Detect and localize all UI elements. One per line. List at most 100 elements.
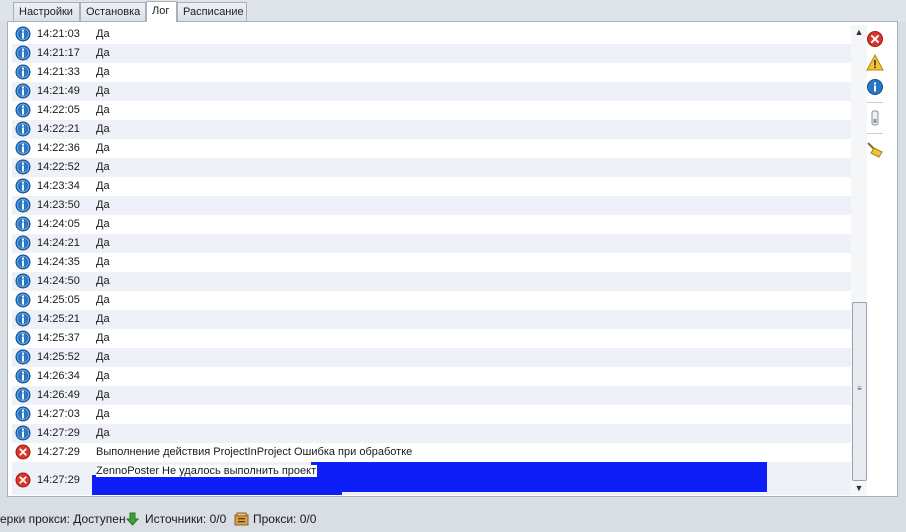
- log-message: Да: [96, 275, 110, 287]
- log-message: Да: [96, 332, 110, 344]
- download-arrow-icon: [124, 511, 141, 528]
- log-message: Да: [96, 351, 110, 363]
- grip-icon: ≡: [857, 384, 862, 393]
- log-panel: 14:21:03 Да 14:21:17 Да 14:21:33 Да 14:21:49 Да…: [7, 21, 898, 497]
- scroll-down-arrow-icon[interactable]: ▼: [851, 481, 867, 495]
- info-icon: [15, 387, 31, 403]
- info-icon: [15, 292, 31, 308]
- selection-highlight: [92, 475, 767, 492]
- log-message: Да: [96, 47, 110, 59]
- toolbar-divider: [867, 133, 883, 134]
- status-bar: ерки прокси: Доступен Источники: 0/0 Про…: [0, 507, 906, 532]
- log-list[interactable]: 14:21:03 Да 14:21:17 Да 14:21:33 Да 14:21:49 Да…: [12, 25, 852, 495]
- info-filter-icon[interactable]: [865, 77, 885, 97]
- log-message: ZennoPoster Не удалось выполнить проект: [96, 465, 318, 477]
- log-row[interactable]: 14:21:17 Да: [12, 44, 852, 63]
- error-icon: [15, 472, 31, 488]
- tab-settings[interactable]: Настройки: [13, 2, 80, 21]
- info-icon: [15, 235, 31, 251]
- log-time: 14:22:05: [37, 104, 80, 116]
- info-icon: [15, 216, 31, 232]
- log-time: 14:26:49: [37, 389, 80, 401]
- proxy-list-icon: [233, 511, 250, 528]
- log-row[interactable]: 14:22:36 Да: [12, 139, 852, 158]
- log-message: Да: [96, 104, 110, 116]
- log-time: 14:23:34: [37, 180, 80, 192]
- log-row[interactable]: 14:27:29 Да: [12, 424, 852, 443]
- log-row[interactable]: 14:27:03 Да: [12, 405, 852, 424]
- log-time: 14:24:35: [37, 256, 80, 268]
- log-row[interactable]: 14:22:21 Да: [12, 120, 852, 139]
- log-time: 14:21:33: [37, 66, 80, 78]
- info-icon: [15, 159, 31, 175]
- log-row[interactable]: 14:26:49 Да: [12, 386, 852, 405]
- log-message: Да: [96, 427, 110, 439]
- log-time: 14:25:37: [37, 332, 80, 344]
- log-time: 14:27:03: [37, 408, 80, 420]
- info-icon: [15, 273, 31, 289]
- proxies-count: Прокси: 0/0: [253, 512, 317, 526]
- log-message: Да: [96, 142, 110, 154]
- log-message: Да: [96, 389, 110, 401]
- info-icon: [15, 121, 31, 137]
- tab-stop[interactable]: Остановка: [80, 2, 146, 21]
- log-message: Да: [96, 180, 110, 192]
- proxy-check-status: ерки прокси: Доступен: [0, 512, 126, 526]
- selection-highlight: [92, 492, 342, 495]
- log-message: Да: [96, 237, 110, 249]
- scroll-lock-icon[interactable]: [865, 108, 885, 128]
- log-time: 14:22:21: [37, 123, 80, 135]
- warning-filter-icon[interactable]: [865, 53, 885, 73]
- log-message: Да: [96, 256, 110, 268]
- log-row[interactable]: 14:21:03 Да: [12, 25, 852, 44]
- log-row[interactable]: 14:21:33 Да: [12, 63, 852, 82]
- log-row[interactable]: 14:24:50 Да: [12, 272, 852, 291]
- log-row[interactable]: 14:22:52 Да: [12, 158, 852, 177]
- log-time: 14:26:34: [37, 370, 80, 382]
- log-message: Да: [96, 85, 110, 97]
- log-message: Да: [96, 161, 110, 173]
- tab-schedule[interactable]: Расписание: [177, 2, 247, 21]
- log-message: Да: [96, 294, 110, 306]
- log-row[interactable]: 14:21:49 Да: [12, 82, 852, 101]
- log-row[interactable]: 14:27:29 ZennoPoster Не удалось выполнить…: [12, 462, 852, 495]
- log-time: 14:27:29: [37, 474, 80, 486]
- log-time: 14:22:52: [37, 161, 80, 173]
- log-row[interactable]: 14:25:21 Да: [12, 310, 852, 329]
- log-time: 14:25:05: [37, 294, 80, 306]
- clear-log-icon[interactable]: [865, 139, 885, 159]
- info-icon: [15, 83, 31, 99]
- log-row[interactable]: 14:23:50 Да: [12, 196, 852, 215]
- error-filter-icon[interactable]: [865, 29, 885, 49]
- log-time: 14:21:03: [37, 28, 80, 40]
- log-row[interactable]: 14:24:35 Да: [12, 253, 852, 272]
- info-icon: [15, 197, 31, 213]
- tab-bar: Настройки Остановка Лог Расписание: [0, 0, 906, 22]
- log-row[interactable]: 14:23:34 Да: [12, 177, 852, 196]
- log-time: 14:21:17: [37, 47, 80, 59]
- log-row[interactable]: 14:25:52 Да: [12, 348, 852, 367]
- toolbar-divider: [867, 102, 883, 103]
- log-row[interactable]: 14:25:05 Да: [12, 291, 852, 310]
- log-row[interactable]: 14:22:05 Да: [12, 101, 852, 120]
- log-row[interactable]: 14:24:21 Да: [12, 234, 852, 253]
- log-message: Да: [96, 28, 110, 40]
- log-time: 14:25:21: [37, 313, 80, 325]
- tab-log[interactable]: Лог: [146, 1, 177, 22]
- info-icon: [15, 64, 31, 80]
- log-time: 14:21:49: [37, 85, 80, 97]
- log-row[interactable]: 14:25:37 Да: [12, 329, 852, 348]
- log-message: Да: [96, 408, 110, 420]
- info-icon: [15, 425, 31, 441]
- scroll-thumb[interactable]: ≡: [852, 302, 867, 481]
- log-row[interactable]: 14:24:05 Да: [12, 215, 852, 234]
- log-message: Да: [96, 218, 110, 230]
- info-icon: [15, 254, 31, 270]
- log-row[interactable]: 14:27:29 Выполнение действия ProjectInPro…: [12, 443, 852, 462]
- sources-count: Источники: 0/0: [145, 512, 227, 526]
- info-icon: [15, 349, 31, 365]
- error-icon: [15, 444, 31, 460]
- info-icon: [15, 140, 31, 156]
- log-row[interactable]: 14:26:34 Да: [12, 367, 852, 386]
- log-time: 14:24:05: [37, 218, 80, 230]
